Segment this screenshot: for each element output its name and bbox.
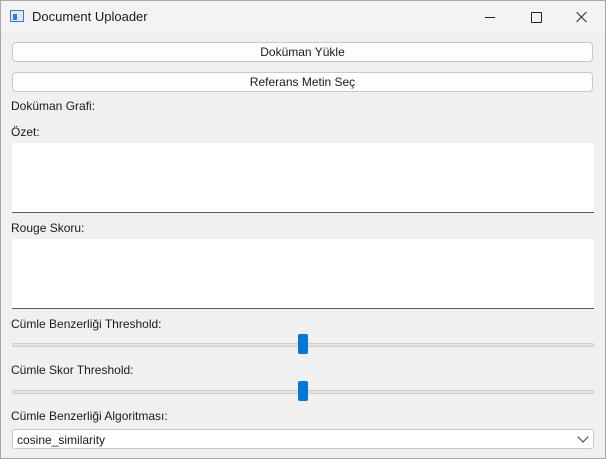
app-window: Document Uploader Doküman Yükle Referans… [0,0,606,459]
minimize-icon [485,16,495,18]
app-icon [10,10,24,22]
slider-thumb[interactable] [298,334,308,354]
upload-document-button[interactable]: Doküman Yükle [12,42,593,62]
select-value: cosine_similarity [17,433,106,447]
similarity-algorithm-select[interactable]: cosine_similarity [12,429,594,449]
score-threshold-label: Cümle Skor Threshold: [11,363,134,377]
document-graph-label: Doküman Grafi: [11,99,96,113]
maximize-button[interactable] [513,1,559,33]
summary-textarea[interactable] [12,143,594,213]
rouge-score-label: Rouge Skoru: [11,221,85,235]
close-button[interactable] [559,1,605,33]
minimize-button[interactable] [467,1,513,33]
similarity-threshold-slider[interactable] [12,334,594,354]
title-bar[interactable]: Document Uploader [1,1,605,33]
select-reference-button[interactable]: Referans Metin Seç [12,72,593,92]
close-icon [576,11,588,23]
score-threshold-slider[interactable] [12,381,594,401]
similarity-threshold-label: Cümle Benzerliği Threshold: [11,317,162,331]
similarity-algorithm-label: Cümle Benzerliği Algoritması: [11,409,168,423]
summary-label: Özet: [11,125,40,139]
rouge-score-textarea[interactable] [12,239,594,309]
slider-thumb[interactable] [298,381,308,401]
window-title: Document Uploader [32,9,148,24]
maximize-icon [530,11,542,23]
chevron-down-icon [577,431,589,443]
